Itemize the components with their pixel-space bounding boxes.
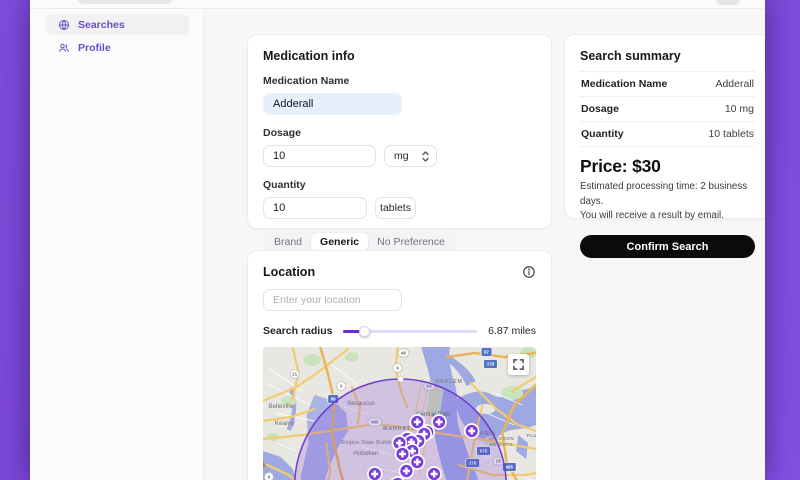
dosage-unit-select[interactable]: mg xyxy=(384,145,437,167)
quantity-input[interactable] xyxy=(263,197,367,219)
svg-text:495: 495 xyxy=(506,465,514,470)
search-radius-label: Search radius xyxy=(263,325,333,337)
medication-info-card: Medication info Medication Name Dosage m… xyxy=(247,34,552,253)
processing-time-note: Estimated processing time: 2 business da… xyxy=(580,181,748,207)
summary-row-label: Dosage xyxy=(581,103,619,115)
svg-text:Kearny: Kearny xyxy=(275,420,296,427)
map[interactable]: 21399469A495254409587278278495678 Bellev… xyxy=(263,347,536,480)
radius-slider[interactable] xyxy=(343,325,478,337)
summary-row-label: Quantity xyxy=(581,128,624,140)
medication-name-label: Medication Name xyxy=(263,75,350,87)
info-icon[interactable] xyxy=(522,265,536,279)
pharmacy-marker[interactable] xyxy=(394,446,411,462)
summary-notes: Estimated processing time: 2 business da… xyxy=(580,180,755,224)
svg-text:Belleville: Belleville xyxy=(268,403,293,410)
pharmacy-marker[interactable] xyxy=(426,466,442,480)
svg-text:HARLEM: HARLEM xyxy=(435,379,463,385)
svg-text:278: 278 xyxy=(487,362,495,367)
pharmacy-marker[interactable] xyxy=(463,423,480,439)
summary-row: Dosage 10 mg xyxy=(580,97,755,122)
pharmacy-marker[interactable] xyxy=(431,414,447,430)
globe-icon xyxy=(59,19,69,30)
preference-option-generic[interactable]: Generic xyxy=(311,233,369,251)
search-radius-value: 6.87 miles xyxy=(488,325,536,337)
svg-text:FLU: FLU xyxy=(527,433,536,438)
sidebar-item-label: Profile xyxy=(78,41,111,54)
preference-option-brand[interactable]: Brand xyxy=(265,233,311,251)
sidebar-item-profile[interactable]: Profile xyxy=(46,37,189,58)
summary-row-value: Adderall xyxy=(715,78,754,90)
svg-text:87: 87 xyxy=(484,350,489,355)
summary-row: Medication Name Adderall xyxy=(580,71,755,97)
main-content: Medication info Medication Name Dosage m… xyxy=(205,9,765,480)
sidebar-item-label: Searches xyxy=(78,18,125,31)
app-header xyxy=(30,0,765,9)
location-card: Location Search radius 6.87 miles xyxy=(247,250,552,480)
price-text: Price: $30 xyxy=(580,156,661,176)
summary-card-title: Search summary xyxy=(580,49,681,63)
summary-row-value: 10 tablets xyxy=(708,128,754,140)
fullscreen-button[interactable] xyxy=(508,354,529,375)
quantity-unit-box: tablets xyxy=(375,197,416,219)
dosage-unit-value: mg xyxy=(394,150,409,162)
logo-placeholder xyxy=(77,0,173,4)
pharmacy-marker[interactable] xyxy=(398,463,415,479)
preference-option-no-preference[interactable]: No Preference xyxy=(368,233,454,251)
location-card-title: Location xyxy=(263,265,316,279)
dosage-input[interactable] xyxy=(263,145,376,167)
sidebar-item-searches[interactable]: Searches xyxy=(46,14,189,35)
pharmacy-marker[interactable] xyxy=(366,466,383,480)
map-basemap: 21399469A495254409587278278495678 Bellev… xyxy=(263,347,536,480)
quantity-unit-value: tablets xyxy=(380,202,411,214)
search-radius-row: Search radius 6.87 miles xyxy=(263,325,536,337)
svg-text:Newark: Newark xyxy=(263,460,267,469)
medication-card-title: Medication info xyxy=(263,49,355,63)
users-icon xyxy=(59,43,69,52)
summary-row: Quantity 10 tablets xyxy=(580,122,755,147)
summary-row-label: Medication Name xyxy=(581,78,668,90)
medication-name-input[interactable] xyxy=(263,93,402,115)
sidebar: Searches Profile xyxy=(30,9,204,480)
svg-text:46: 46 xyxy=(401,351,407,356)
app-window: Searches Profile Medication info Medicat… xyxy=(30,0,765,480)
chevron-updown-icon xyxy=(422,150,429,162)
search-summary-card: Search summary Medication Name Adderall … xyxy=(564,34,765,259)
svg-text:21: 21 xyxy=(292,372,298,377)
email-result-note: You will receive a result by email. xyxy=(580,210,724,222)
quantity-label: Quantity xyxy=(263,179,306,191)
location-input[interactable] xyxy=(263,289,402,311)
summary-row-value: 10 mg xyxy=(724,103,754,115)
avatar[interactable] xyxy=(716,0,740,5)
fullscreen-icon xyxy=(513,359,524,370)
slider-thumb[interactable] xyxy=(359,326,371,337)
summary-rows: Medication Name Adderall Dosage 10 mg Qu… xyxy=(580,71,755,147)
dosage-label: Dosage xyxy=(263,127,301,139)
confirm-search-button[interactable]: Confirm Search xyxy=(580,235,755,259)
